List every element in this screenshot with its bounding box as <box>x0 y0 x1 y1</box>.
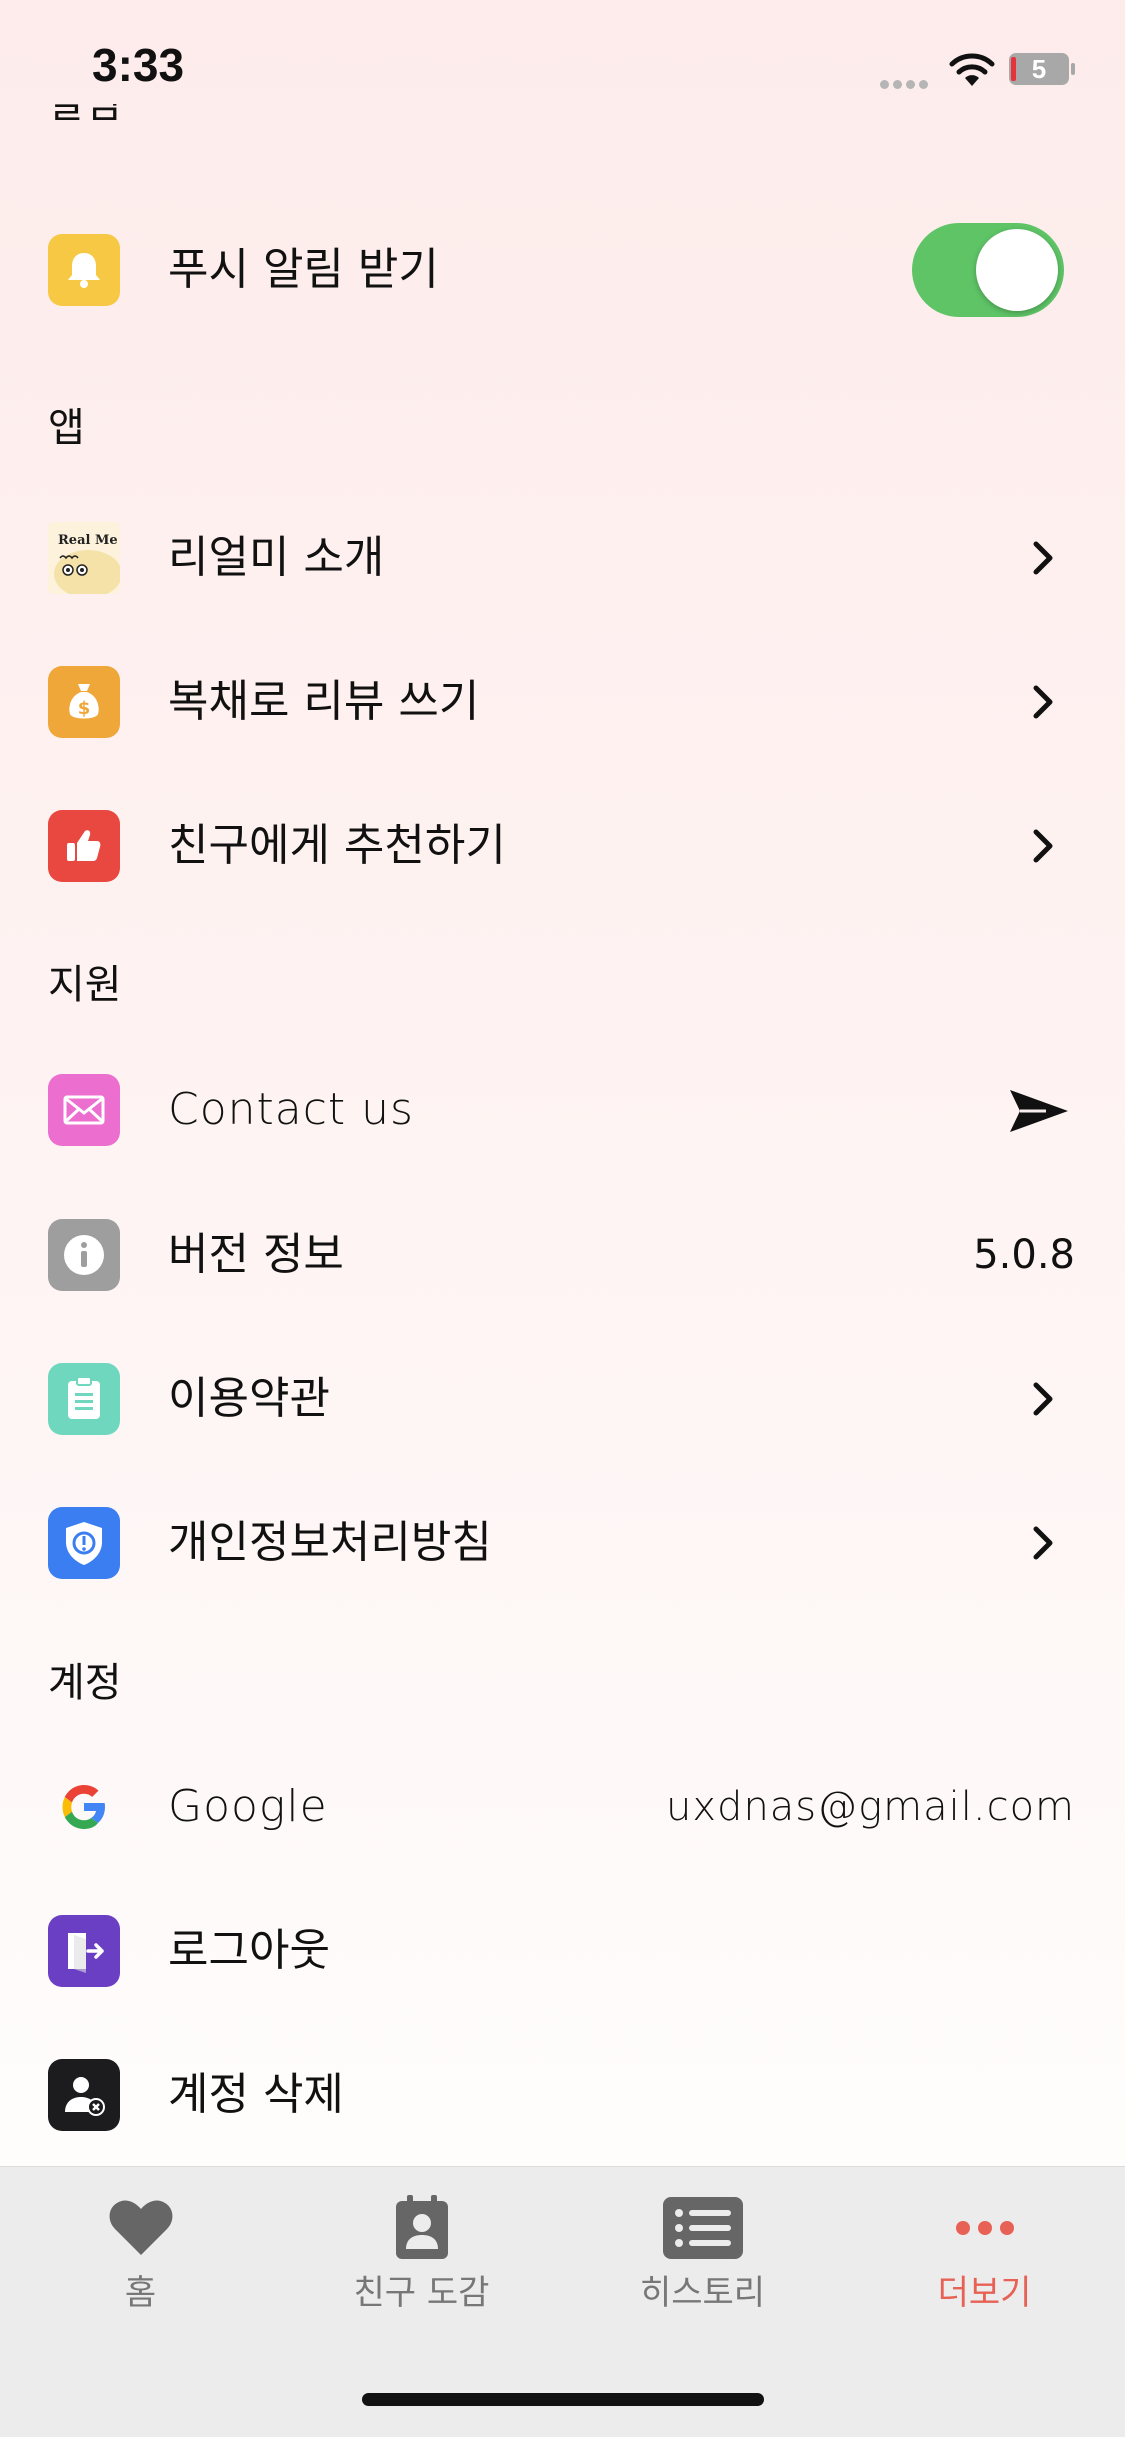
tab-friend-book[interactable]: 친구 도감 <box>281 2167 562 2327</box>
realme-logo-icon: Real Me <box>48 522 120 594</box>
wifi-icon <box>949 53 995 86</box>
google-account-row: Google uxdnas@gmail.com <box>0 1752 1125 1862</box>
tab-history[interactable]: 히스토리 <box>562 2167 843 2327</box>
version-info-row: 버전 정보 5.0.8 <box>0 1200 1125 1310</box>
contact-us-label: Contact us <box>168 1084 414 1135</box>
write-review-row[interactable]: $ 복채로 리뷰 쓰기 <box>0 647 1125 757</box>
section-header-account: 계정 <box>48 1660 122 1706</box>
shield-icon <box>48 1507 120 1579</box>
push-notification-toggle[interactable] <box>912 223 1064 317</box>
version-value: 5.0.8 <box>973 1232 1075 1278</box>
tab-more-label: 더보기 <box>937 2273 1032 2313</box>
info-icon <box>48 1219 120 1291</box>
contact-book-icon <box>395 2195 448 2259</box>
logout-row[interactable]: 로그아웃 <box>0 1896 1125 2006</box>
write-review-label: 복채로 리뷰 쓰기 <box>168 676 480 727</box>
toggle-knob <box>976 229 1058 311</box>
battery-icon: 5 <box>1008 52 1076 86</box>
section-header-app: 앱 <box>48 405 85 451</box>
mail-icon <box>48 1074 120 1146</box>
thumbs-up-icon <box>48 810 120 882</box>
logout-label: 로그아웃 <box>168 1925 330 1976</box>
tab-history-label: 히스토리 <box>639 2273 766 2313</box>
delete-account-label: 계정 삭제 <box>168 2069 344 2120</box>
svg-text:$: $ <box>78 698 91 719</box>
delete-account-row[interactable]: 계정 삭제 <box>0 2040 1125 2150</box>
partial-section-header: 알림 <box>48 104 122 127</box>
signal-dots-icon <box>880 74 934 89</box>
chevron-right-icon <box>1033 1526 1053 1560</box>
battery-level: 5 <box>1031 54 1047 84</box>
recommend-friend-label: 친구에게 추천하기 <box>168 820 506 871</box>
bell-icon <box>48 234 120 306</box>
contact-us-row[interactable]: Contact us <box>0 1055 1125 1165</box>
section-header-support: 지원 <box>48 962 122 1008</box>
terms-row[interactable]: 이용약관 <box>0 1344 1125 1454</box>
status-time: 3:33 <box>92 39 185 91</box>
tab-home[interactable]: 홈 <box>0 2167 281 2327</box>
heart-icon <box>109 2200 172 2255</box>
chevron-right-icon <box>1033 541 1053 575</box>
list-icon <box>662 2197 743 2259</box>
chevron-right-icon <box>1033 685 1053 719</box>
logout-icon <box>48 1915 120 1987</box>
tab-more[interactable]: 더보기 <box>844 2167 1125 2327</box>
home-indicator[interactable] <box>362 2393 764 2406</box>
send-icon <box>1010 1090 1068 1132</box>
chevron-right-icon <box>1033 1382 1053 1416</box>
money-bag-icon: $ <box>48 666 120 738</box>
realme-intro-row[interactable]: Real Me 리얼미 소개 <box>0 503 1125 613</box>
tab-friend-book-label: 친구 도감 <box>353 2273 490 2313</box>
google-label: Google <box>168 1781 328 1832</box>
clipboard-icon <box>48 1363 120 1435</box>
status-bar: 3:33 5 <box>0 0 1125 140</box>
privacy-policy-label: 개인정보처리방침 <box>168 1517 492 1568</box>
google-email: uxdnas@gmail.com <box>666 1784 1075 1830</box>
privacy-policy-row[interactable]: 개인정보처리방침 <box>0 1488 1125 1598</box>
svg-text:Real Me: Real Me <box>58 533 118 548</box>
terms-label: 이용약관 <box>168 1373 330 1424</box>
version-info-label: 버전 정보 <box>168 1229 344 1280</box>
realme-intro-label: 리얼미 소개 <box>168 532 385 583</box>
recommend-friend-row[interactable]: 친구에게 추천하기 <box>0 791 1125 901</box>
push-notification-label: 푸시 알림 받기 <box>168 244 439 295</box>
google-icon <box>48 1771 120 1843</box>
tab-home-label: 홈 <box>124 2273 157 2313</box>
delete-user-icon <box>48 2059 120 2131</box>
more-dots-icon <box>955 2221 1014 2235</box>
chevron-right-icon <box>1033 829 1053 863</box>
